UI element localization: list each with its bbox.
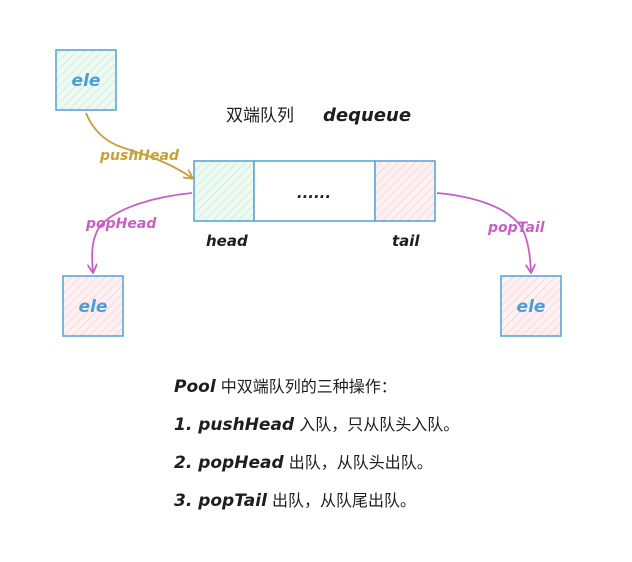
tail-cell <box>374 160 436 222</box>
middle-ellipsis: ...... <box>297 184 331 202</box>
caption-pushhead-text: 入队，只从队头入队。 <box>299 415 460 434</box>
head-cell <box>193 160 255 222</box>
head-label: head <box>206 232 248 250</box>
caption-pophead-term: 2. popHead <box>174 453 284 473</box>
push-element-box: ele <box>55 49 117 111</box>
caption-line-poptail: 3. popTail 出队，从队尾出队。 <box>174 486 594 524</box>
diagram-title-cn: 双端队列 <box>226 106 294 126</box>
caption-line-intro: Pool 中双端队列的三种操作： <box>174 372 594 410</box>
pop-head-label: popHead <box>85 216 157 232</box>
push-head-arrow <box>85 112 192 178</box>
pop-tail-element-box: ele <box>500 275 562 337</box>
pop-head-arrow <box>92 192 193 272</box>
pop-head-element-label: ele <box>79 297 108 317</box>
caption-pushhead-term: 1. pushHead <box>174 415 295 435</box>
pop-tail-element-label: ele <box>517 297 546 317</box>
deque-diagram-canvas: ele 双端队列 dequeue ...... head tail pushHe… <box>0 0 632 562</box>
caption-line-pushhead: 1. pushHead 入队，只从队头入队。 <box>174 410 594 448</box>
caption-poptail-text: 出队，从队尾出队。 <box>272 491 417 510</box>
tail-label: tail <box>392 232 420 250</box>
push-element-label: ele <box>72 71 101 91</box>
caption-pophead-text: 出队，从队头出队。 <box>288 453 433 472</box>
diagram-title-en: dequeue <box>323 105 411 126</box>
caption-poptail-term: 3. popTail <box>174 491 267 511</box>
caption-line-pophead: 2. popHead 出队，从队头出队。 <box>174 448 594 486</box>
pop-head-element-box: ele <box>62 275 124 337</box>
operations-caption: Pool 中双端队列的三种操作： 1. pushHead 入队，只从队头入队。 … <box>174 372 594 524</box>
deque-body: ...... <box>193 160 436 222</box>
caption-pool-term: Pool <box>174 377 216 397</box>
caption-intro-text: 中双端队列的三种操作： <box>220 377 397 396</box>
pop-tail-label: popTail <box>487 220 545 236</box>
push-head-label: pushHead <box>99 148 180 164</box>
